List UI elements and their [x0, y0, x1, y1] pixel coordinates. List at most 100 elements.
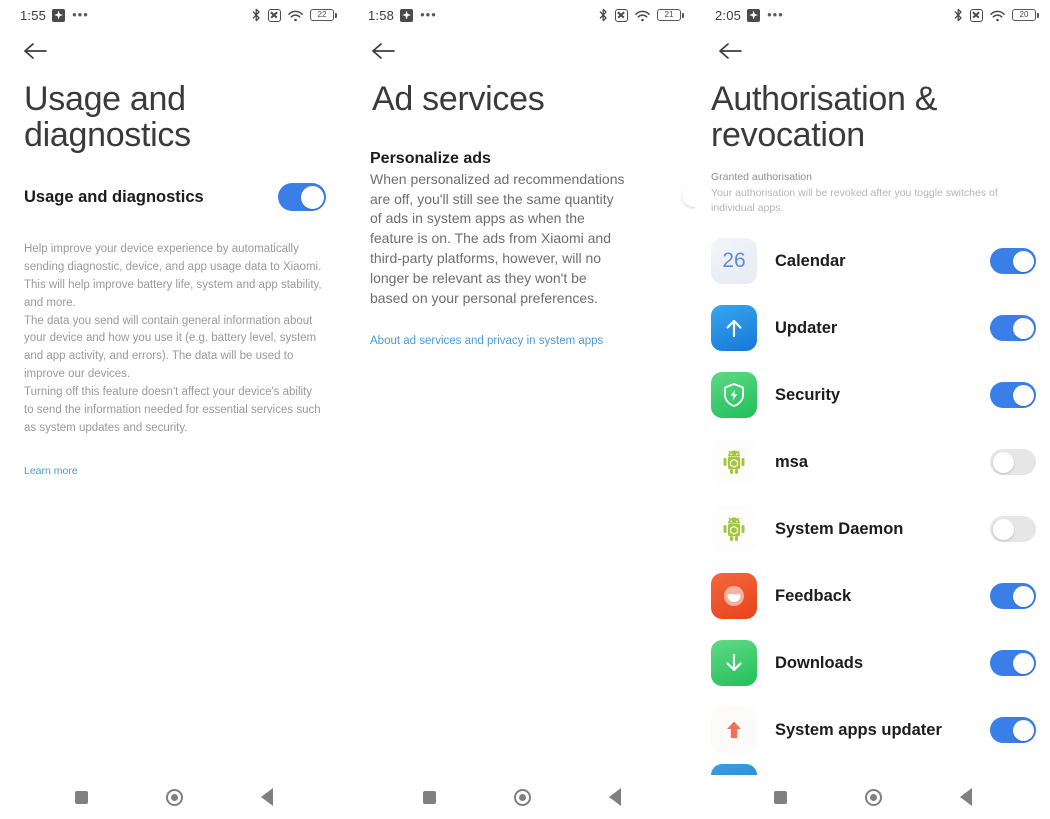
battery-level: 21	[664, 10, 674, 19]
more-dots-icon: •••	[767, 7, 784, 22]
learn-more-link[interactable]: Learn more	[0, 437, 348, 477]
screen-usage-and-diagnostics: 1:55 ••• 22 Usage and diagnostics Usage …	[0, 0, 348, 819]
toggle-knob	[992, 451, 1014, 473]
section-subtext: Your authorisation will be revoked after…	[711, 187, 998, 215]
alarm-off-icon	[268, 8, 281, 22]
app-toggle[interactable]	[990, 717, 1036, 744]
toggle-knob	[1012, 250, 1034, 272]
description-text: When personalized ad recommendations are…	[370, 170, 625, 306]
back-triangle-icon[interactable]	[959, 788, 972, 806]
calendar-icon: 26	[711, 238, 757, 285]
page-title: Authorisation & revocation	[711, 80, 938, 154]
back-bar	[348, 30, 695, 72]
navigation-bar	[0, 775, 348, 819]
back-triangle-icon[interactable]	[261, 788, 273, 806]
home-circle-icon[interactable]	[166, 788, 183, 806]
app-toggle[interactable]	[990, 382, 1036, 409]
alarm-off-icon	[615, 8, 628, 22]
list-item[interactable]: Downloads	[695, 630, 1050, 697]
battery-icon: 21	[657, 9, 684, 21]
usage-and-diagnostics-toggle[interactable]	[278, 183, 326, 212]
list-item[interactable]: msa	[695, 429, 1050, 496]
wifi-icon	[990, 9, 1005, 22]
app-name: Updater	[775, 318, 838, 337]
navigation-bar	[348, 775, 695, 819]
personalize-ads-row[interactable]: Personalize ads When personalized ad rec…	[348, 118, 695, 309]
recents-square-icon[interactable]	[75, 790, 88, 804]
personalize-ads-text: Personalize ads When personalized ad rec…	[370, 150, 628, 309]
app-badge-icon	[52, 8, 66, 22]
about-ad-services-link[interactable]: About ad services and privacy in system …	[348, 309, 695, 347]
recents-square-icon[interactable]	[422, 790, 436, 804]
status-bar-left: 1:58 •••	[368, 8, 437, 23]
section-header: Granted authorisation	[711, 171, 812, 184]
list-item[interactable]: System apps updater	[695, 697, 1050, 764]
downloads-arrow-down-icon	[711, 640, 757, 687]
list-item[interactable]: Security	[695, 362, 1050, 429]
list-item[interactable]: 26 Calendar	[695, 228, 1050, 295]
wifi-icon	[635, 9, 650, 22]
status-bar-left: 2:05 •••	[715, 8, 784, 23]
home-circle-icon[interactable]	[513, 788, 531, 806]
app-toggle[interactable]	[990, 449, 1036, 476]
list-item[interactable]: Updater	[695, 295, 1050, 362]
system-apps-updater-arrow-icon	[711, 707, 757, 754]
back-arrow-icon[interactable]	[717, 40, 745, 62]
app-name: Feedback	[775, 586, 852, 605]
status-bar-right: 21	[599, 8, 684, 22]
app-name: msa	[775, 452, 809, 471]
battery-icon: 22	[310, 9, 337, 21]
app-toggle[interactable]	[990, 315, 1036, 342]
app-badge-icon	[400, 8, 414, 22]
status-bar: 1:55 ••• 22	[0, 0, 348, 30]
back-triangle-icon[interactable]	[608, 788, 621, 806]
back-bar	[0, 30, 348, 72]
app-toggle[interactable]	[990, 650, 1036, 677]
alarm-off-icon	[970, 8, 983, 22]
bluetooth-icon	[252, 8, 261, 22]
setting-label: Personalize ads	[370, 149, 491, 167]
battery-level: 20	[1019, 10, 1029, 19]
app-badge-icon	[747, 8, 761, 22]
status-bar: 1:58 ••• 21	[348, 0, 695, 30]
setting-label: Usage and diagnostics	[24, 187, 204, 206]
status-bar-right: 20	[954, 8, 1039, 22]
status-bar-clock: 1:55	[20, 7, 47, 23]
app-toggle[interactable]	[990, 248, 1036, 275]
app-name: Downloads	[775, 653, 864, 672]
status-bar-right: 22	[252, 8, 337, 22]
list-item[interactable]: System Daemon	[695, 496, 1050, 563]
recents-square-icon[interactable]	[773, 790, 787, 804]
more-dots-icon: •••	[72, 7, 89, 22]
toggle-knob	[1012, 384, 1034, 406]
wifi-icon	[288, 9, 303, 22]
battery-icon: 20	[1012, 9, 1039, 21]
toggle-knob	[681, 184, 695, 208]
app-name: System Daemon	[775, 519, 904, 538]
toggle-knob	[1012, 585, 1034, 607]
app-name: System apps updater	[775, 720, 942, 739]
description-text: Help improve your device experience by a…	[24, 243, 322, 434]
toggle-knob	[1012, 317, 1034, 339]
toggle-knob	[1012, 719, 1034, 741]
security-shield-icon	[711, 372, 757, 419]
home-circle-icon[interactable]	[864, 788, 882, 806]
battery-level: 22	[317, 10, 327, 19]
page-title: Ad services	[372, 80, 545, 118]
usage-and-diagnostics-setting-row[interactable]: Usage and diagnostics	[0, 153, 348, 212]
list-item[interactable]: Feedback	[695, 563, 1050, 630]
app-toggle[interactable]	[990, 516, 1036, 543]
bluetooth-icon	[599, 8, 608, 22]
calendar-day-number: 26	[722, 249, 746, 273]
status-bar-clock: 2:05	[715, 7, 742, 23]
back-bar	[695, 30, 1050, 72]
back-arrow-icon[interactable]	[370, 40, 398, 62]
app-toggle[interactable]	[990, 583, 1036, 610]
status-bar-left: 1:55 •••	[20, 8, 89, 23]
toggle-knob	[300, 185, 324, 209]
app-name: Calendar	[775, 251, 846, 270]
back-arrow-icon[interactable]	[22, 40, 50, 62]
status-bar: 2:05 ••• 20	[695, 0, 1050, 30]
navigation-bar	[695, 775, 1050, 819]
page-title: Usage and diagnostics	[24, 80, 191, 154]
